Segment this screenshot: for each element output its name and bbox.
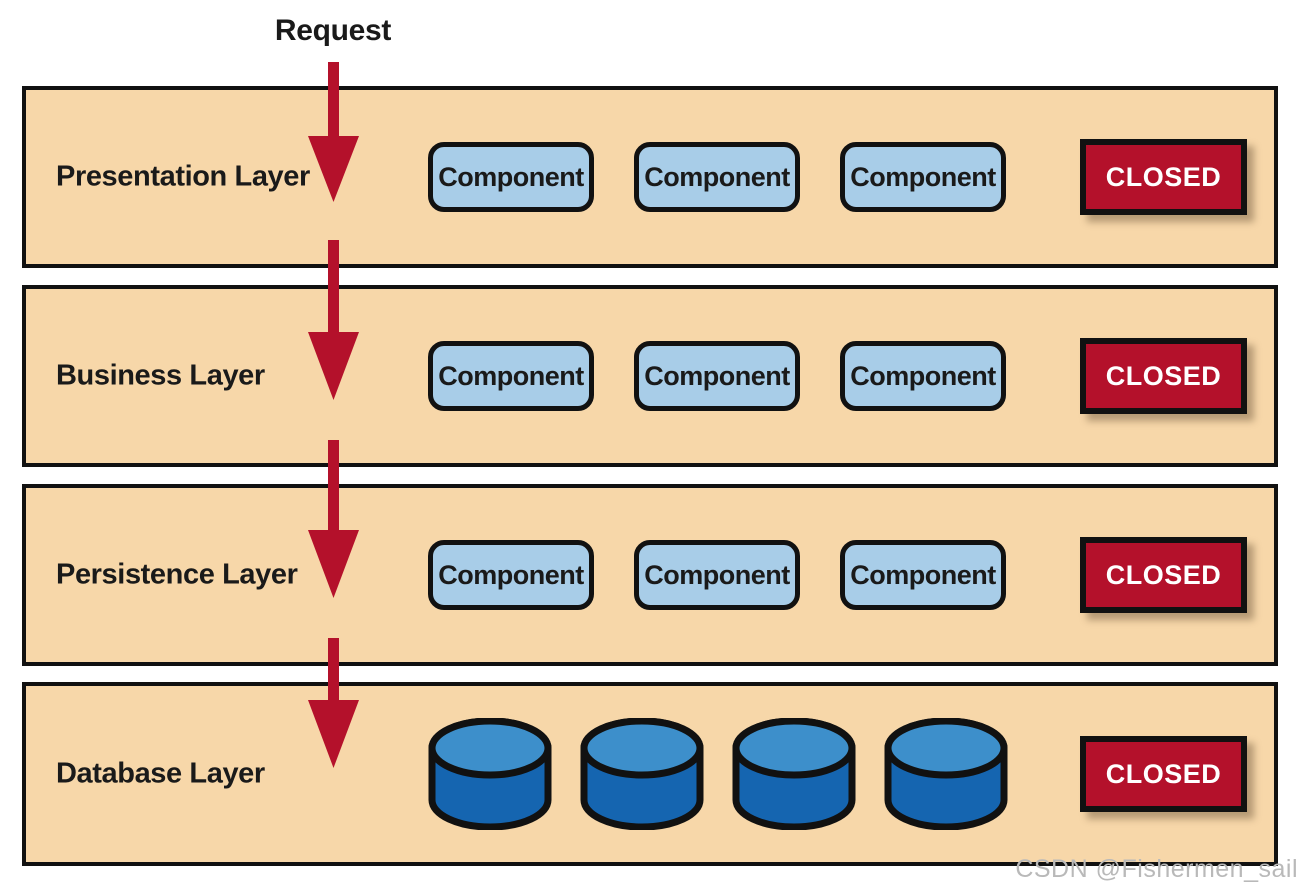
component-box[interactable]: Component xyxy=(840,341,1006,411)
layer-label-business: Business Layer xyxy=(56,359,265,392)
component-box[interactable]: Component xyxy=(634,142,800,212)
database-cylinder-icon[interactable] xyxy=(427,717,553,831)
closed-badge: CLOSED xyxy=(1080,736,1247,812)
layer-presentation: Presentation Layer Component Component C… xyxy=(22,86,1278,268)
component-box[interactable]: Component xyxy=(634,341,800,411)
component-box[interactable]: Component xyxy=(634,540,800,610)
component-box[interactable]: Component xyxy=(428,142,594,212)
database-cylinder-icon[interactable] xyxy=(731,717,857,831)
database-cylinder-icon[interactable] xyxy=(883,717,1009,831)
database-cylinder-icon[interactable] xyxy=(579,717,705,831)
layer-persistence: Persistence Layer Component Component Co… xyxy=(22,484,1278,666)
closed-badge: CLOSED xyxy=(1080,537,1247,613)
closed-badge: CLOSED xyxy=(1080,338,1247,414)
component-box[interactable]: Component xyxy=(840,142,1006,212)
component-box[interactable]: Component xyxy=(428,540,594,610)
closed-badge: CLOSED xyxy=(1080,139,1247,215)
layer-business: Business Layer Component Component Compo… xyxy=(22,285,1278,467)
layer-database: Database Layer CLOSED xyxy=(22,682,1278,866)
component-box[interactable]: Component xyxy=(428,341,594,411)
diagram-canvas: Request Presentation Layer Component Com… xyxy=(0,0,1304,886)
request-label: Request xyxy=(274,14,392,47)
layer-label-database: Database Layer xyxy=(56,757,265,790)
layer-label-presentation: Presentation Layer xyxy=(56,160,310,193)
watermark-text: CSDN @Fishermen_sail xyxy=(1015,855,1298,883)
component-box[interactable]: Component xyxy=(840,540,1006,610)
layer-label-persistence: Persistence Layer xyxy=(56,558,298,591)
